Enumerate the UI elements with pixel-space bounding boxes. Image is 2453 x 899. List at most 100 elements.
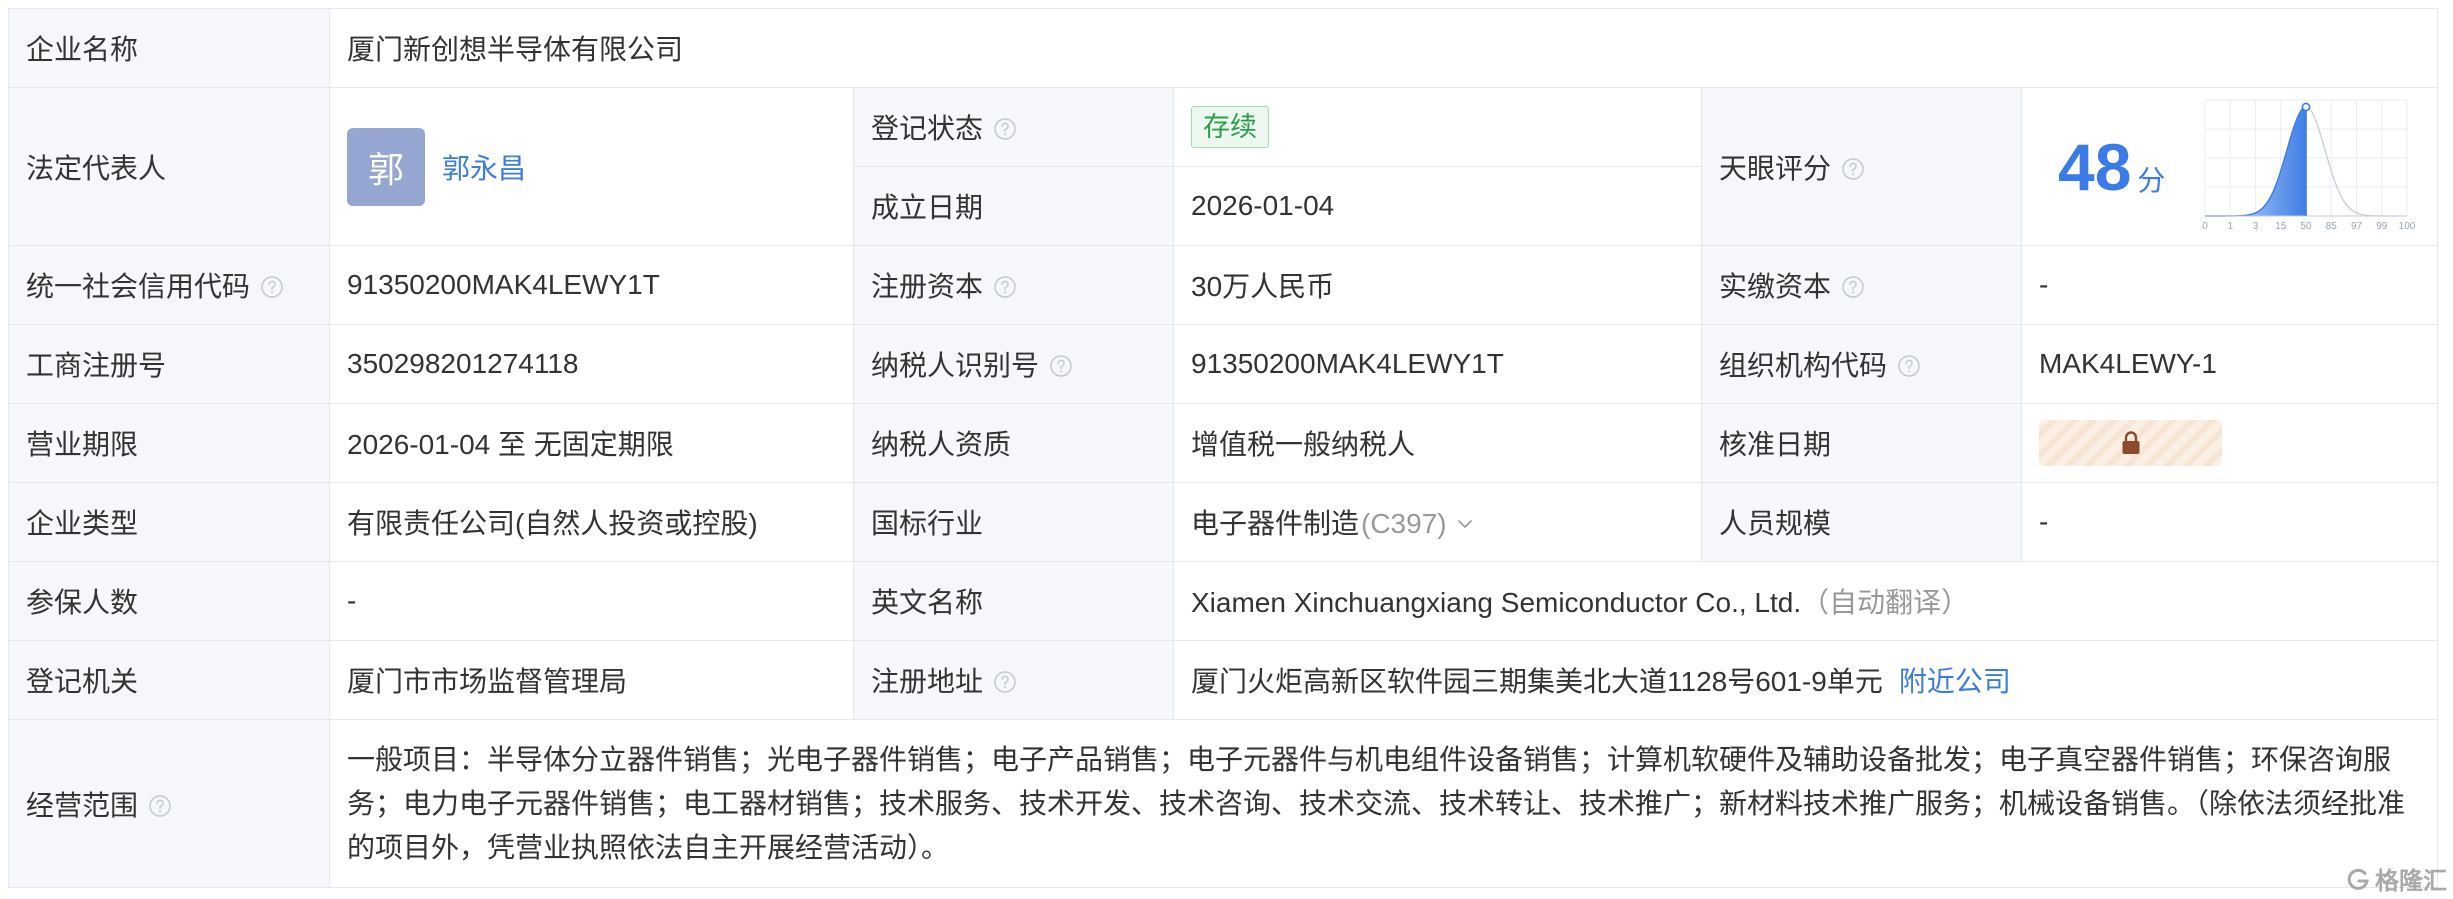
question-circle-icon[interactable] — [993, 275, 1017, 299]
reg-authority-label: 登记机关 — [8, 640, 330, 720]
biz-reg-no-label: 工商注册号 — [8, 324, 330, 404]
scale-tick-label: 1 — [2227, 221, 2233, 232]
business-scope-label-text: 经营范围 — [26, 789, 139, 821]
company-name-value: 厦门新创想半导体有限公司 — [329, 8, 2438, 88]
score-label: 天眼评分 — [1701, 87, 2022, 246]
score-marker — [2301, 102, 2311, 112]
row-credit-code: 统一社会信用代码 91350200MAK4LEWY1T 注册资本 30万人民币 … — [8, 245, 2438, 325]
address-value: 厦门火炬高新区软件园三期集美北大道1128号601-9单元 附近公司 — [1173, 640, 2438, 720]
insured-value: - — [329, 561, 854, 641]
industry-code: (C397) — [1361, 508, 1447, 539]
industry-value: 电子器件制造(C397) — [1173, 482, 1702, 562]
insured-label: 参保人数 — [8, 561, 330, 641]
founded-label: 成立日期 — [853, 166, 1174, 246]
scale-tick-label: 3 — [2253, 221, 2259, 232]
scale-tick-label: 50 — [2300, 221, 2312, 232]
credit-code-label: 统一社会信用代码 — [8, 245, 330, 325]
question-circle-icon[interactable] — [1049, 354, 1073, 378]
taxpayer-qual-value: 增值税一般纳税人 — [1173, 403, 1702, 483]
score-value: 48 — [2058, 129, 2132, 204]
row-biz-reg-no: 工商注册号 350298201274118 纳税人识别号 91350200MAK… — [8, 324, 2438, 404]
legal-rep-block: 郭 郭永昌 — [347, 127, 836, 206]
score-distribution-chart[interactable]: 0 1 3 15 50 85 97 99 100 — [2199, 98, 2419, 233]
approval-date-label: 核准日期 — [1701, 403, 2022, 483]
paid-capital-value: - — [2021, 245, 2438, 325]
row-insured: 参保人数 - 英文名称 Xiamen Xinchuangxiang Semico… — [8, 561, 2438, 641]
legal-rep-name-link[interactable]: 郭永昌 — [442, 147, 526, 187]
reg-status-label: 登记状态 — [853, 87, 1174, 167]
reg-status-label-text: 登记状态 — [871, 113, 984, 144]
reg-authority-value: 厦门市市场监督管理局 — [329, 640, 854, 720]
row-company-name: 企业名称 厦门新创想半导体有限公司 — [8, 8, 2438, 88]
scale-tick-label: 100 — [2399, 221, 2416, 232]
scale-tick-label: 0 — [2202, 221, 2208, 232]
business-term-value: 2026-01-04 至 无固定期限 — [329, 403, 854, 483]
biz-reg-no-value: 350298201274118 — [329, 324, 854, 404]
business-term-label: 营业期限 — [8, 403, 330, 483]
score-value-cell: 48 分 0 1 3 15 50 85 97 99 100 — [2021, 87, 2438, 246]
taxpayer-id-value: 91350200MAK4LEWY1T — [1173, 324, 1702, 404]
taxpayer-id-label-text: 纳税人识别号 — [871, 350, 1040, 381]
question-circle-icon[interactable] — [993, 670, 1017, 694]
legal-rep-value: 郭 郭永昌 — [329, 87, 854, 246]
business-scope-label: 经营范围 — [8, 719, 330, 888]
scale-tick-label: 15 — [2275, 221, 2287, 232]
company-name-label: 企业名称 — [8, 8, 330, 88]
score-panel: 48 分 0 1 3 15 50 85 97 99 100 — [2023, 89, 2437, 245]
business-scope-value: 一般项目：半导体分立器件销售；光电子器件销售；电子产品销售；电子元器件与机电组件… — [329, 719, 2438, 888]
question-circle-icon[interactable] — [260, 275, 284, 299]
scale-tick-label: 85 — [2326, 221, 2338, 232]
score-label-text: 天眼评分 — [1719, 152, 1832, 184]
question-circle-icon[interactable] — [1897, 354, 1921, 378]
question-circle-icon[interactable] — [1841, 275, 1865, 299]
staff-size-label: 人员规模 — [1701, 482, 2022, 562]
english-name-label: 英文名称 — [853, 561, 1174, 641]
company-info-table: 企业名称 厦门新创想半导体有限公司 法定代表人 郭 郭永昌 登记状态 存续 天眼… — [8, 8, 2438, 888]
address-text: 厦门火炬高新区软件园三期集美北大道1128号601-9单元 — [1191, 666, 1883, 697]
org-code-value: MAK4LEWY-1 — [2021, 324, 2438, 404]
paid-capital-label-text: 实缴资本 — [1719, 271, 1832, 302]
company-type-value: 有限责任公司(自然人投资或控股) — [329, 482, 854, 562]
approval-date-value — [2021, 403, 2438, 483]
scale-tick-label: 99 — [2376, 221, 2388, 232]
reg-capital-label-text: 注册资本 — [871, 271, 984, 302]
taxpayer-qual-label: 纳税人资质 — [853, 403, 1174, 483]
locked-value-button[interactable] — [2039, 420, 2222, 466]
question-circle-icon[interactable] — [1841, 157, 1865, 181]
credit-code-label-text: 统一社会信用代码 — [26, 271, 251, 302]
avatar[interactable]: 郭 — [347, 127, 425, 206]
reg-capital-value: 30万人民币 — [1173, 245, 1702, 325]
row-reg-authority: 登记机关 厦门市市场监督管理局 注册地址 厦门火炬高新区软件园三期集美北大道11… — [8, 640, 2438, 720]
english-name-text: Xiamen Xinchuangxiang Semiconductor Co.,… — [1191, 587, 1802, 618]
company-type-label: 企业类型 — [8, 482, 330, 562]
scale-tick-label: 97 — [2351, 221, 2363, 232]
nearby-companies-link[interactable]: 附近公司 — [1899, 666, 2011, 697]
lock-icon — [2122, 431, 2139, 454]
status-badge: 存续 — [1191, 106, 1269, 148]
org-code-label: 组织机构代码 — [1701, 324, 2022, 404]
address-label: 注册地址 — [853, 640, 1174, 720]
industry-name: 电子器件制造 — [1191, 508, 1360, 539]
score-display: 48 分 — [2058, 134, 2165, 200]
credit-code-value: 91350200MAK4LEWY1T — [329, 245, 854, 325]
score-unit: 分 — [2137, 164, 2166, 196]
row-legal-rep: 法定代表人 郭 郭永昌 登记状态 存续 天眼评分 48 分 0 1 3 15 5… — [8, 87, 2438, 246]
chevron-down-icon[interactable] — [1455, 514, 1475, 534]
address-label-text: 注册地址 — [871, 666, 984, 697]
row-business-term: 营业期限 2026-01-04 至 无固定期限 纳税人资质 增值税一般纳税人 核… — [8, 403, 2438, 483]
org-code-label-text: 组织机构代码 — [1719, 350, 1888, 381]
row-company-type: 企业类型 有限责任公司(自然人投资或控股) 国标行业 电子器件制造(C397) … — [8, 482, 2438, 562]
legal-rep-label: 法定代表人 — [8, 87, 330, 246]
row-business-scope: 经营范围 一般项目：半导体分立器件销售；光电子器件销售；电子产品销售；电子元器件… — [8, 719, 2438, 888]
staff-size-value: - — [2021, 482, 2438, 562]
reg-status-value: 存续 — [1173, 87, 1702, 167]
english-name-value: Xiamen Xinchuangxiang Semiconductor Co.,… — [1173, 561, 2438, 641]
auto-translate-note: （自动翻译） — [1801, 587, 1970, 618]
reg-capital-label: 注册资本 — [853, 245, 1174, 325]
founded-value: 2026-01-04 — [1173, 166, 1702, 246]
watermark: 格隆汇 — [2345, 861, 2447, 896]
question-circle-icon[interactable] — [993, 117, 1017, 141]
paid-capital-label: 实缴资本 — [1701, 245, 2022, 325]
watermark-text: 格隆汇 — [2375, 868, 2447, 895]
question-circle-icon[interactable] — [148, 794, 172, 818]
